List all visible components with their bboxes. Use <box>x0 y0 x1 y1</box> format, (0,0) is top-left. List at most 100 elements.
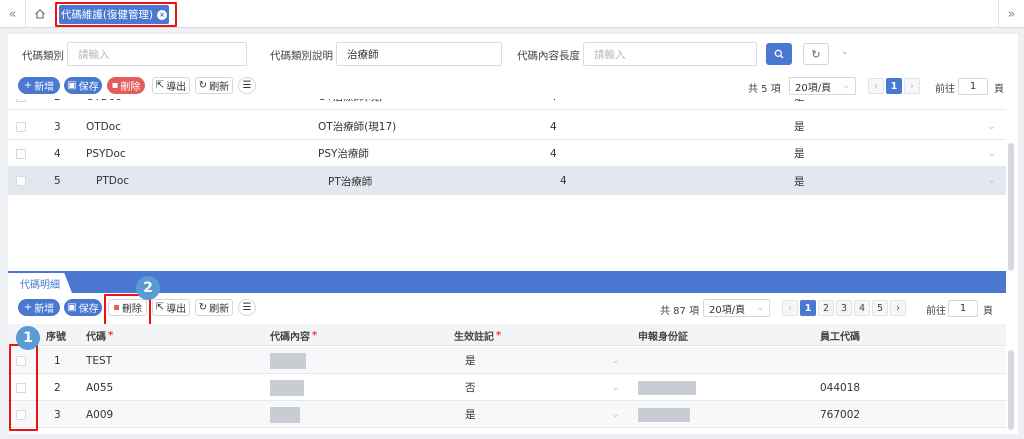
export-label: 導出 <box>166 304 187 315</box>
row-code[interactable]: A055 <box>86 374 113 401</box>
row-content-redacted[interactable] <box>270 401 300 428</box>
content-length-input[interactable]: 請輸入 <box>583 42 757 66</box>
row-checkbox[interactable] <box>16 148 26 159</box>
scroll-left-icon[interactable]: « <box>0 0 26 28</box>
page-unit: 頁 <box>983 306 993 317</box>
header-content: 代碼內容 * <box>270 329 318 343</box>
chevron-down-icon[interactable]: ⌄ <box>612 347 620 374</box>
top-table-scrollbar[interactable] <box>1008 143 1014 271</box>
page-1-button[interactable]: 1 <box>886 78 902 94</box>
chevron-down-icon[interactable]: ⌄ <box>612 374 620 401</box>
refresh-button[interactable]: ↻ 刷新 <box>195 77 233 94</box>
chevron-down-icon[interactable]: ⌄ <box>612 401 620 428</box>
detail-column-settings-button[interactable]: ☰ <box>238 299 256 316</box>
detail-delete-button[interactable]: ▪ 刪除 <box>108 299 147 316</box>
table-row[interactable]: 1 TEST 是 ⌄ <box>8 347 1006 374</box>
row-desc: PSY治療師 <box>318 148 369 160</box>
row-employee[interactable]: 767002 <box>820 401 860 428</box>
page-3-button[interactable]: 3 <box>836 300 852 316</box>
refresh-icon: ↻ <box>198 302 208 313</box>
delete-button[interactable]: ▪ 刪除 <box>107 77 145 94</box>
row-id-redacted[interactable] <box>638 401 690 428</box>
category-desc-label: 代碼類別說明 <box>270 50 333 62</box>
row-content-redacted[interactable] <box>270 347 306 374</box>
chevron-down-icon: ⌄ <box>756 303 764 313</box>
detail-page-size-select[interactable]: 20項/頁 ⌄ <box>703 299 770 317</box>
header-code: 代碼 * <box>86 329 114 343</box>
row-no: 3 <box>54 408 61 421</box>
row-code[interactable]: A009 <box>86 401 113 428</box>
detail-refresh-button[interactable]: ↻ 刷新 <box>195 299 233 316</box>
row-desc: OT治療師(現17) <box>318 121 397 133</box>
table-row[interactable]: 2 OTDoc OT治療師(現) 4 是 <box>8 99 1006 110</box>
row-employee[interactable]: 044018 <box>820 374 860 401</box>
list-icon: ☰ <box>242 80 252 91</box>
detail-table-header: 序號 代碼 * 代碼內容 * 生效註記 * 申報身份証 員工代碼 <box>8 324 1006 346</box>
category-desc-input[interactable]: 治療師 <box>336 42 502 66</box>
row-code[interactable]: TEST <box>86 347 112 374</box>
page-2-button[interactable]: 2 <box>818 300 834 316</box>
table-row[interactable]: 2 A055 否 ⌄ 044018 <box>8 374 1006 401</box>
row-active[interactable]: 是 <box>465 347 476 374</box>
page-5-button[interactable]: 5 <box>872 300 888 316</box>
tab-code-detail[interactable]: 代碼明細 <box>8 273 72 293</box>
row-checkbox[interactable] <box>16 176 26 186</box>
row-flag[interactable]: 是 <box>794 167 805 195</box>
row-active[interactable]: 是 <box>465 401 476 428</box>
row-length: 4 <box>550 147 557 160</box>
row-checkbox[interactable] <box>16 99 26 102</box>
row-active[interactable]: 否 <box>465 374 476 401</box>
column-settings-button[interactable]: ☰ <box>238 77 256 94</box>
top-page-size-select[interactable]: 20項/頁 ⌄ <box>789 77 856 95</box>
header-active: 生效註記 * <box>454 329 502 343</box>
goto-input[interactable]: 1 <box>948 300 978 317</box>
goto-input[interactable]: 1 <box>958 78 988 95</box>
search-button[interactable] <box>766 43 792 65</box>
prev-page-button[interactable]: ‹ <box>868 78 884 94</box>
close-icon[interactable]: × <box>157 9 168 20</box>
table-row[interactable]: 4 PSYDoc PSY治療師 4 是 ⌄ <box>8 140 1006 167</box>
save-button[interactable]: ▣ 保存 <box>64 77 102 94</box>
row-checkbox[interactable] <box>16 121 26 132</box>
chevron-down-icon[interactable]: ⌄ <box>988 167 996 195</box>
reset-button[interactable]: ↻ <box>803 43 829 65</box>
row-flag[interactable]: 是 <box>794 113 805 140</box>
chevron-down-icon[interactable]: ⌄ <box>841 47 849 57</box>
detail-save-button[interactable]: ▣ 保存 <box>64 299 102 316</box>
refresh-label: 刷新 <box>209 304 230 315</box>
detail-table-scrollbar[interactable] <box>1008 350 1014 430</box>
row-length: 4 <box>550 99 557 109</box>
page-size-value: 20項/頁 <box>795 82 832 94</box>
add-button[interactable]: + 新增 <box>18 77 60 94</box>
save-label: 保存 <box>78 304 99 315</box>
refresh-label: 刷新 <box>209 82 230 93</box>
prev-page-button[interactable]: ‹ <box>782 300 798 316</box>
chevron-down-icon[interactable]: ⌄ <box>988 113 996 140</box>
next-page-button[interactable]: › <box>904 78 920 94</box>
table-row[interactable]: 3 A009 是 ⌄ 767002 <box>8 401 1006 428</box>
tab-code-maintenance[interactable]: 代碼維護(復健管理) × <box>59 5 169 24</box>
goto-label: 前往 <box>926 306 946 317</box>
header-no: 序號 <box>46 331 66 343</box>
export-button[interactable]: ⇱ 導出 <box>152 77 190 94</box>
row-flag[interactable]: 是 <box>794 140 805 167</box>
detail-add-button[interactable]: + 新增 <box>18 299 60 316</box>
home-icon[interactable] <box>26 0 54 28</box>
chevron-down-icon[interactable]: ⌄ <box>988 140 996 167</box>
category-input[interactable]: 請輸入 <box>67 42 247 66</box>
row-id-redacted[interactable] <box>638 374 696 401</box>
save-icon: ▣ <box>67 302 77 313</box>
row-content-redacted[interactable] <box>270 374 304 401</box>
delete-label: 刪除 <box>121 304 142 315</box>
plus-icon: + <box>23 302 33 313</box>
export-icon: ⇱ <box>155 80 165 91</box>
page-4-button[interactable]: 4 <box>854 300 870 316</box>
table-row-selected[interactable]: 5 PTDoc PT治療師 4 是 ⌄ <box>8 167 1006 195</box>
row-code: PTDoc <box>96 175 130 187</box>
detail-export-button[interactable]: ⇱ 導出 <box>152 299 190 316</box>
page-1-button[interactable]: 1 <box>800 300 816 316</box>
row-code: OTDoc <box>86 99 121 109</box>
table-row[interactable]: 3 OTDoc OT治療師(現17) 4 是 ⌄ <box>8 113 1006 140</box>
next-page-button[interactable]: › <box>890 300 906 316</box>
scroll-right-icon[interactable]: » <box>998 0 1024 28</box>
